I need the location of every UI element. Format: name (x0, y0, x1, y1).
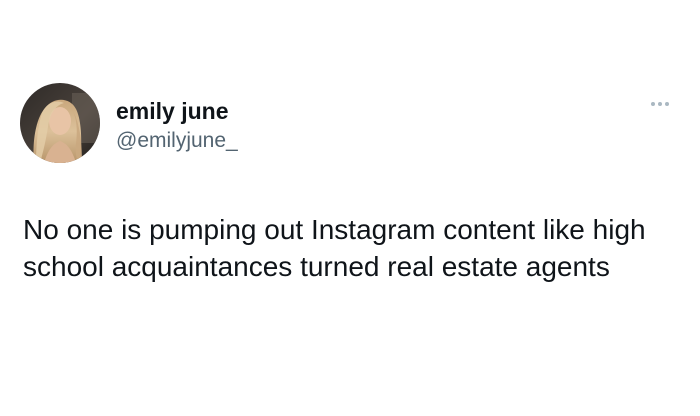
more-horizontal-icon (651, 102, 655, 106)
tweet-card: emily june @emilyjune_ No one is pumping… (0, 0, 700, 416)
user-handle[interactable]: @emilyjune_ (116, 128, 238, 154)
avatar[interactable] (20, 83, 100, 163)
more-options-button[interactable] (642, 94, 678, 114)
more-horizontal-icon-dot (658, 102, 662, 106)
tweet-text: No one is pumping out Instagram content … (23, 214, 646, 282)
tweet-header: emily june @emilyjune_ (20, 83, 680, 163)
display-name[interactable]: emily june (116, 97, 238, 125)
author-names: emily june @emilyjune_ (116, 97, 238, 154)
avatar-image (20, 83, 100, 163)
more-horizontal-icon-dot (665, 102, 669, 106)
